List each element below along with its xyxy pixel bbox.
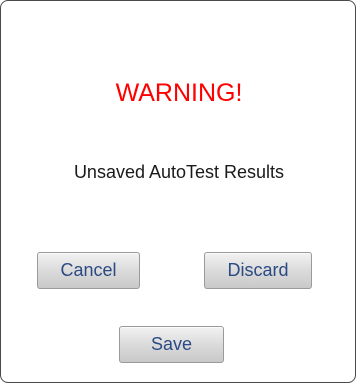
cancel-button[interactable]: Cancel [37,252,140,289]
discard-button[interactable]: Discard [204,252,312,289]
dialog-message: Unsaved AutoTest Results [73,162,285,182]
save-button[interactable]: Save [119,326,224,363]
warning-dialog: WARNING! Unsaved AutoTest Results Cancel… [0,0,356,383]
dialog-title: WARNING! [115,79,243,107]
